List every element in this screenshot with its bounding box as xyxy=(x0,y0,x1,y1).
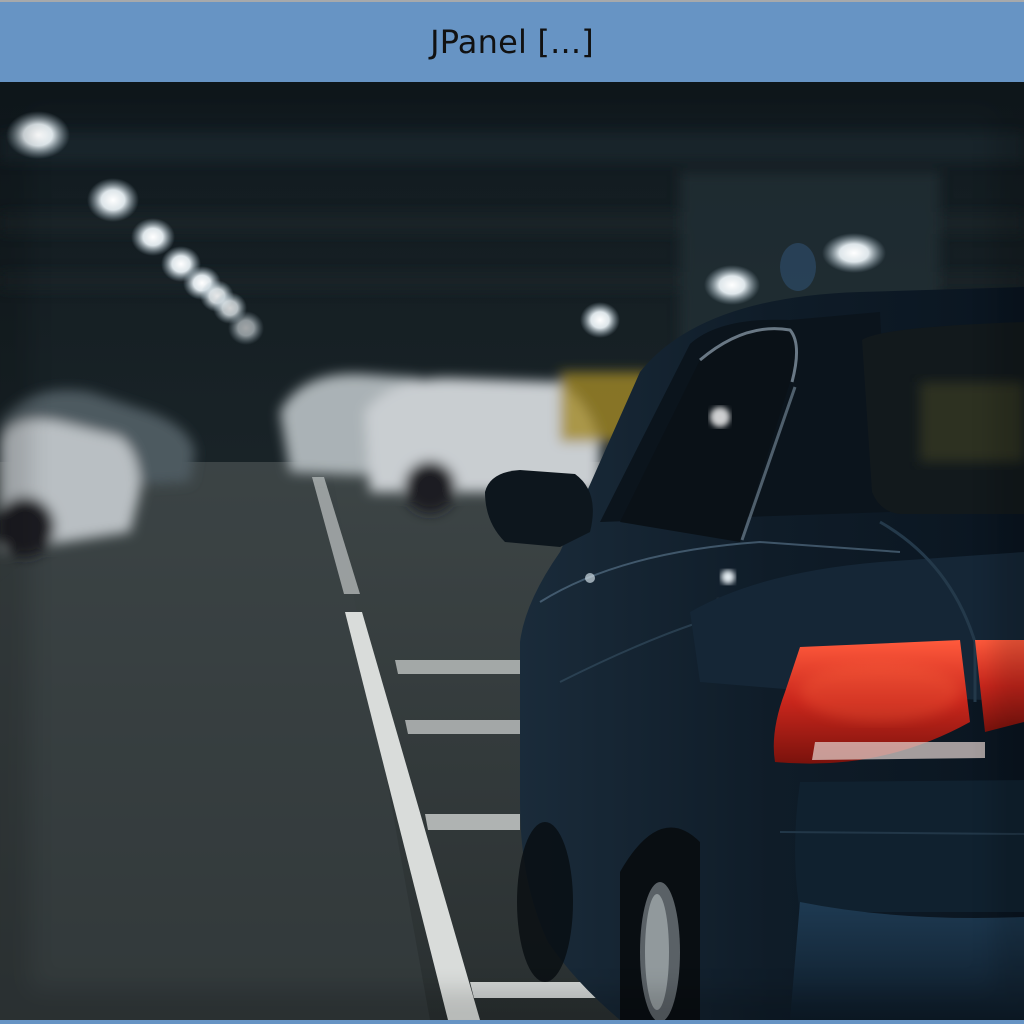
window-bottom-border xyxy=(0,1020,1024,1024)
side-mirror xyxy=(485,470,593,547)
jpanel-window: JPanel [...] xyxy=(0,0,1024,1024)
image-panel xyxy=(0,82,1024,1020)
parking-garage-photo xyxy=(0,82,1024,1020)
window-title: JPanel [...] xyxy=(430,23,594,61)
window-titlebar[interactable]: JPanel [...] xyxy=(0,0,1024,82)
